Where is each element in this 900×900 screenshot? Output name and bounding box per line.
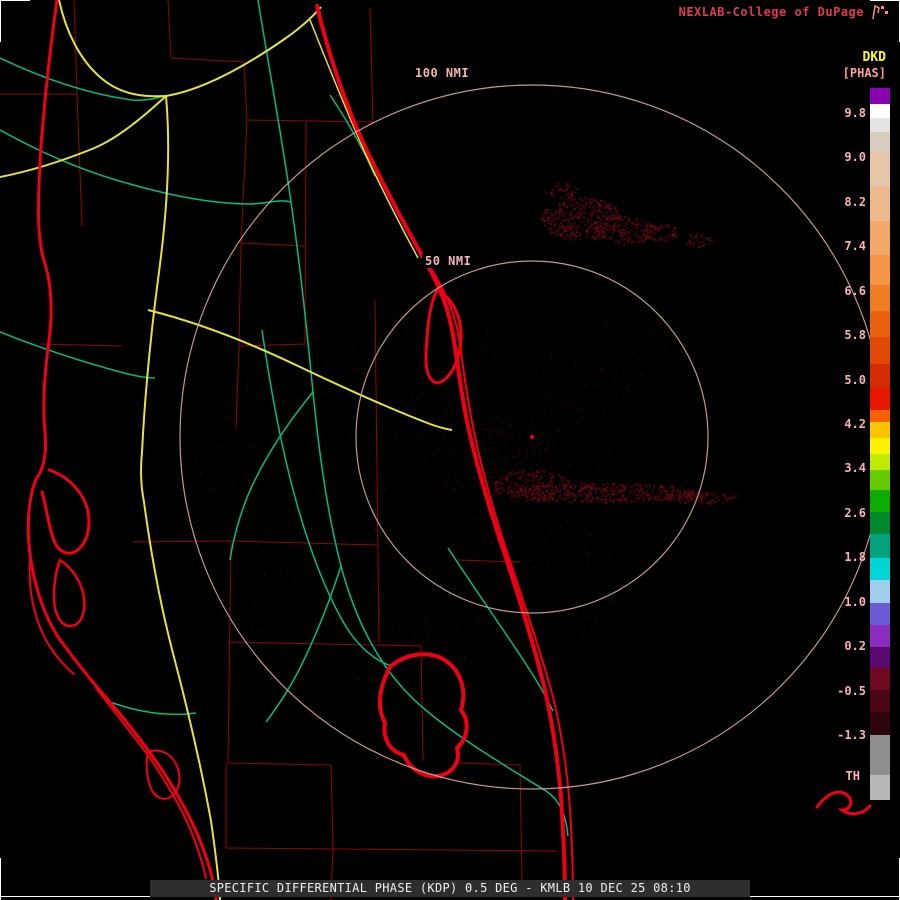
colorbar-segment (870, 668, 890, 691)
colorbar-segment (870, 647, 890, 669)
colorbar-segment (870, 132, 890, 153)
radar-site-marker (530, 435, 534, 439)
frame-corner-topleft-v (0, 0, 1, 42)
indian-river-lagoon (431, 269, 574, 900)
colorbar-segment (870, 254, 890, 286)
colorbar-segment (870, 387, 890, 410)
colorbar-segment (870, 774, 890, 800)
colorbar-gradient (870, 88, 890, 800)
product-caption: SPECIFIC DIFFERENTIAL PHASE (KDP) 0.5 DE… (150, 880, 750, 897)
gulf-coastline-north (34, 0, 59, 481)
colorbar-segment (870, 512, 890, 535)
colorbar-segment (870, 186, 890, 221)
colorbar-segment (870, 337, 890, 364)
colorbar-segment (870, 602, 890, 625)
tampa-bay-inlet (40, 468, 91, 555)
coastline (26, 0, 872, 900)
product-units-label: [PHAS] (842, 66, 886, 80)
colorbar-segment (870, 454, 890, 471)
stpete-barrier (28, 559, 75, 675)
rivers-and-streams (0, 0, 569, 837)
colorbar-segment (870, 363, 890, 388)
colorbar-segment (870, 557, 890, 580)
range-ring-label-100nmi: 100 NMI (412, 66, 473, 80)
gulf-coastline-south (56, 635, 218, 900)
frame-corner-bottomleft-v (0, 858, 1, 900)
colorbar-segment (870, 690, 890, 713)
colorbar-segment (870, 534, 890, 558)
range-ring-label-50nmi: 50 NMI (422, 254, 475, 268)
colorbar-segment (870, 421, 890, 438)
cod-logo-icon (872, 4, 888, 20)
radar-map (0, 0, 885, 900)
frame-corner-bottomright (750, 896, 900, 897)
grand-bahama-coastline (815, 790, 872, 816)
frame-corner-topleft (0, 0, 30, 1)
tampa-bay-inner (52, 558, 86, 628)
colorbar-segment (870, 118, 890, 133)
colorbar-segment (870, 490, 890, 513)
radar-display: 100 NMI 50 NMI NEXLAB-College of DuPage … (0, 0, 900, 900)
colorbar-segment (870, 470, 890, 491)
colorbar-segment (870, 285, 890, 312)
colorbar-segment (870, 734, 890, 775)
colorbar-segment (870, 88, 890, 105)
product-id-label: DKD (862, 50, 886, 65)
tampa-bay-outer (26, 477, 60, 639)
colorbar-segment (870, 104, 890, 119)
frame-corner-topright (870, 0, 900, 1)
brand-text: NEXLAB-College of DuPage (678, 5, 864, 19)
colorbar-segment (870, 152, 890, 187)
colorbar-segment (870, 624, 890, 648)
frame-corner-bottomleft (0, 896, 150, 897)
colorbar-segment (870, 311, 890, 338)
colorbar-segment (870, 409, 890, 422)
colorbar-threshold-label: TH (845, 769, 860, 783)
colorbar-segment (870, 220, 890, 255)
colorbar-segment (870, 712, 890, 735)
colorbar-segment (870, 579, 890, 603)
colorbar-segment (870, 437, 890, 455)
